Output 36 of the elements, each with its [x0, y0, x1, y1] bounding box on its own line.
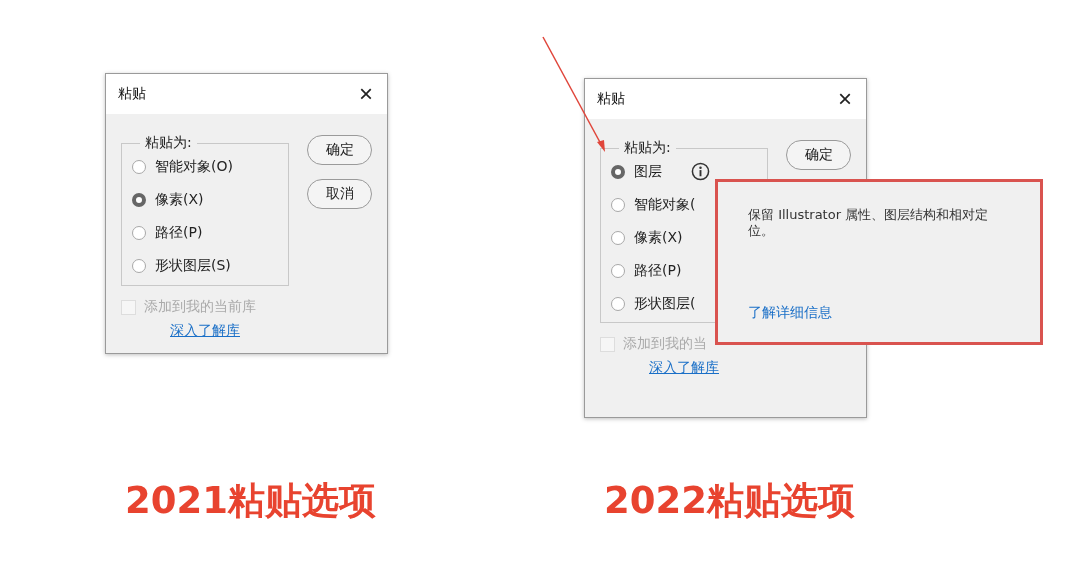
radio-button[interactable] — [132, 258, 146, 273]
option-label: 路径(P) — [634, 261, 682, 280]
caption: 2021粘贴选项 — [124, 478, 377, 524]
radio-button[interactable] — [132, 225, 146, 240]
checkbox-label: 添加到我的当前库 — [144, 298, 256, 316]
group-label: 粘贴为: — [144, 134, 193, 152]
ok-button[interactable]: 确定 — [307, 135, 372, 165]
library-link[interactable]: 深入了解库 — [170, 322, 240, 340]
radio-button[interactable] — [132, 192, 146, 207]
caption: 2022粘贴选项 — [603, 478, 856, 524]
radio-button[interactable] — [611, 164, 625, 179]
tooltip-text: 保留 Illustrator 属性、图层结构和相对定位。 — [748, 207, 990, 240]
radio-button[interactable] — [611, 230, 625, 245]
option-label: 图层 — [634, 162, 662, 181]
option-label: 智能对象( — [634, 195, 696, 214]
window-title: 粘贴 — [597, 90, 625, 108]
option-label: 形状图层(S) — [155, 256, 231, 275]
window-title: 粘贴 — [118, 85, 146, 103]
group-label: 粘贴为: — [623, 139, 672, 157]
close-button[interactable]: × — [834, 87, 856, 111]
radio-button[interactable] — [132, 159, 146, 174]
library-link[interactable]: 深入了解库 — [649, 359, 719, 377]
option-label: 像素(X) — [634, 228, 683, 247]
ok-button[interactable]: 确定 — [786, 140, 851, 170]
cancel-button[interactable]: 取消 — [307, 179, 372, 209]
radio-button[interactable] — [611, 263, 625, 278]
option-label: 形状图层( — [634, 294, 696, 313]
option-label: 智能对象(O) — [155, 157, 233, 176]
radio-button[interactable] — [611, 197, 625, 212]
radio-button[interactable] — [611, 296, 625, 311]
info-icon[interactable] — [691, 162, 710, 181]
option-label: 像素(X) — [155, 190, 204, 209]
close-button[interactable]: × — [355, 82, 377, 106]
option-label: 路径(P) — [155, 223, 203, 242]
checkbox-label: 添加到我的当 — [623, 335, 707, 353]
details-link[interactable]: 了解详细信息 — [748, 304, 832, 322]
